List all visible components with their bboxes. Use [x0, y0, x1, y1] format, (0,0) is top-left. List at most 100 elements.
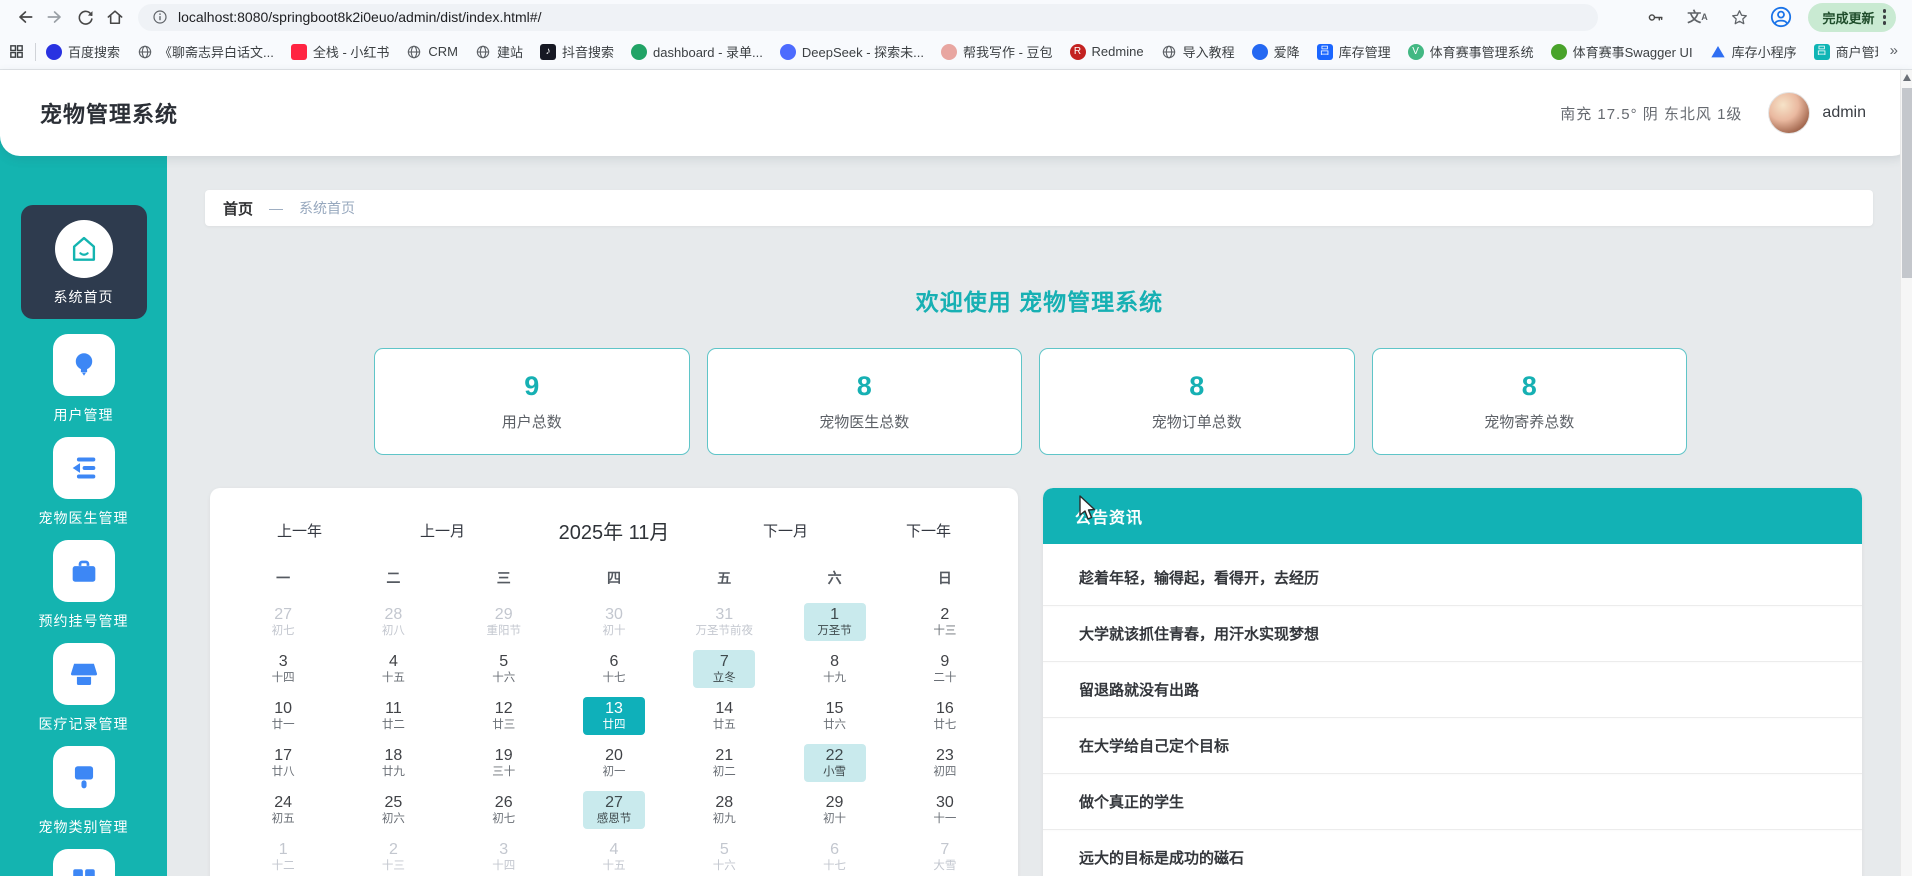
announcement-item[interactable]: 趁着年轻，输得起，看得开，去经历	[1043, 550, 1862, 606]
calendar-day[interactable]: 14廿五	[669, 692, 779, 739]
bookmark-item[interactable]: DeepSeek - 探索未...	[780, 42, 924, 61]
calendar-day[interactable]: 27感恩节	[559, 786, 669, 833]
home-button-icon[interactable]	[100, 2, 130, 32]
bookmark-item[interactable]: ♪抖音搜索	[540, 42, 614, 61]
sidebar-item-系统首页[interactable]: 系统首页	[21, 205, 147, 319]
calendar-day[interactable]: 6十七	[779, 833, 889, 876]
calendar-day[interactable]: 29重阳节	[449, 598, 559, 645]
calendar-day[interactable]: 27初七	[228, 598, 338, 645]
calendar-day[interactable]: 30初十	[559, 598, 669, 645]
apps-grid-icon[interactable]	[8, 43, 25, 60]
sidebar-item-extra[interactable]	[53, 849, 115, 876]
sidebar-item-预约挂号管理[interactable]: 预约挂号管理	[39, 540, 129, 630]
calendar-day[interactable]: 7大雪	[890, 833, 1000, 876]
calendar-next-year-button[interactable]: 下一年	[857, 520, 1000, 541]
sidebar-item-宠物类别管理[interactable]: 宠物类别管理	[39, 746, 129, 836]
announcement-item[interactable]: 在大学给自己定个目标	[1043, 718, 1862, 774]
calendar-day[interactable]: 5十六	[449, 645, 559, 692]
calendar-day[interactable]: 28初八	[338, 598, 448, 645]
bookmarks-overflow-chevron[interactable]: »	[1886, 40, 1902, 61]
bookmark-item[interactable]: 吕商户管理	[1814, 42, 1878, 61]
calendar-prev-year-button[interactable]: 上一年	[228, 520, 371, 541]
bookmarks-bar: 百度搜索《聊斋志异白话文... 全栈 - 小红书 CRM 建站 ♪抖音搜索 dashboa…	[0, 34, 1912, 70]
sidebar-item-宠物医生管理[interactable]: 宠物医生管理	[39, 437, 129, 527]
calendar-day[interactable]: 3十四	[449, 833, 559, 876]
bookmark-item[interactable]: dashboard - 录单...	[631, 42, 763, 61]
announcement-item[interactable]: 大学就该抓住青春，用汗水实现梦想	[1043, 606, 1862, 662]
bookmark-star-icon[interactable]	[1724, 2, 1754, 32]
calendar-day[interactable]: 4十五	[559, 833, 669, 876]
calendar-day[interactable]: 18廿九	[338, 739, 448, 786]
bookmark-item[interactable]: 体育赛事Swagger UI	[1551, 42, 1693, 61]
sidebar-item-用户管理[interactable]: 用户管理	[53, 334, 115, 424]
scrollbar-up-arrow-icon[interactable]	[1903, 74, 1911, 81]
avatar[interactable]	[1768, 92, 1810, 134]
calendar-day[interactable]: 2十三	[338, 833, 448, 876]
forward-icon[interactable]	[40, 2, 70, 32]
url-text[interactable]: localhost:8080/springboot8k2i0euo/admin/…	[178, 9, 541, 25]
calendar-day[interactable]: 4十五	[338, 645, 448, 692]
calendar-day[interactable]: 2十三	[890, 598, 1000, 645]
calendar-day[interactable]: 30十一	[890, 786, 1000, 833]
calendar-day[interactable]: 17廿八	[228, 739, 338, 786]
calendar-day[interactable]: 3十四	[228, 645, 338, 692]
stat-value: 9	[524, 371, 539, 402]
favicon: ♪	[540, 44, 556, 60]
site-info-icon[interactable]	[152, 9, 168, 25]
bookmark-item[interactable]: CRM	[406, 44, 458, 60]
calendar-day[interactable]: 5十六	[669, 833, 779, 876]
back-icon[interactable]	[10, 2, 40, 32]
calendar-day[interactable]: 24初五	[228, 786, 338, 833]
chrome-update-button[interactable]: 完成更新	[1808, 3, 1896, 32]
calendar-day[interactable]: 29初十	[779, 786, 889, 833]
user-widget[interactable]: admin	[1768, 92, 1866, 134]
calendar-day[interactable]: 6十七	[559, 645, 669, 692]
reload-icon[interactable]	[70, 2, 100, 32]
calendar-day[interactable]: 13廿四	[559, 692, 669, 739]
calendar-day[interactable]: 25初六	[338, 786, 448, 833]
password-key-icon[interactable]	[1640, 2, 1670, 32]
profile-icon[interactable]	[1766, 2, 1796, 32]
bookmark-item[interactable]: 建站	[475, 42, 523, 61]
bookmark-item[interactable]: V体育赛事管理系统	[1408, 42, 1534, 61]
breadcrumb-home[interactable]: 首页	[223, 198, 253, 219]
announcement-item[interactable]: 留退路就没有出路	[1043, 662, 1862, 718]
calendar-day[interactable]: 21初二	[669, 739, 779, 786]
calendar-day[interactable]: 20初一	[559, 739, 669, 786]
sidebar-item-医疗记录管理[interactable]: 医疗记录管理	[39, 643, 129, 733]
bookmark-item[interactable]: 帮我写作 - 豆包	[941, 42, 1053, 61]
calendar-day[interactable]: 11廿二	[338, 692, 448, 739]
calendar-day[interactable]: 7立冬	[669, 645, 779, 692]
bookmark-item[interactable]: 导入教程	[1161, 42, 1235, 61]
calendar-day[interactable]: 1万圣节	[779, 598, 889, 645]
bookmark-item[interactable]: 《聊斋志异白话文...	[137, 42, 274, 61]
bookmark-item[interactable]: 百度搜索	[46, 42, 120, 61]
bookmark-item[interactable]: RRedmine	[1070, 44, 1144, 60]
calendar-prev-month-button[interactable]: 上一月	[371, 520, 514, 541]
bookmark-item[interactable]: 全栈 - 小红书	[291, 42, 390, 61]
address-bar[interactable]: localhost:8080/springboot8k2i0euo/admin/…	[138, 4, 1598, 31]
calendar-day[interactable]: 19三十	[449, 739, 559, 786]
calendar-day[interactable]: 12廿三	[449, 692, 559, 739]
bookmark-item[interactable]: 吕库存管理	[1317, 42, 1391, 61]
calendar-day[interactable]: 28初九	[669, 786, 779, 833]
announcement-item[interactable]: 远大的目标是成功的磁石	[1043, 830, 1862, 876]
calendar-day[interactable]: 22小雪	[779, 739, 889, 786]
calendar-day[interactable]: 26初七	[449, 786, 559, 833]
calendar-next-month-button[interactable]: 下一月	[714, 520, 857, 541]
page-scrollbar[interactable]	[1900, 70, 1912, 876]
translate-icon[interactable]: 文A	[1682, 2, 1712, 32]
calendar-day[interactable]: 15廿六	[779, 692, 889, 739]
bookmark-item[interactable]: 爱降	[1252, 42, 1300, 61]
calendar-day[interactable]: 10廿一	[228, 692, 338, 739]
announcement-item[interactable]: 做个真正的学生	[1043, 774, 1862, 830]
browser-menu-icon[interactable]	[1883, 9, 1887, 25]
calendar-day[interactable]: 1十二	[228, 833, 338, 876]
calendar-day[interactable]: 23初四	[890, 739, 1000, 786]
calendar-day[interactable]: 8十九	[779, 645, 889, 692]
calendar-day[interactable]: 9二十	[890, 645, 1000, 692]
scrollbar-thumb[interactable]	[1902, 88, 1912, 278]
bookmark-item[interactable]: 库存小程序	[1710, 42, 1797, 61]
calendar-day[interactable]: 16廿七	[890, 692, 1000, 739]
calendar-day[interactable]: 31万圣节前夜	[669, 598, 779, 645]
